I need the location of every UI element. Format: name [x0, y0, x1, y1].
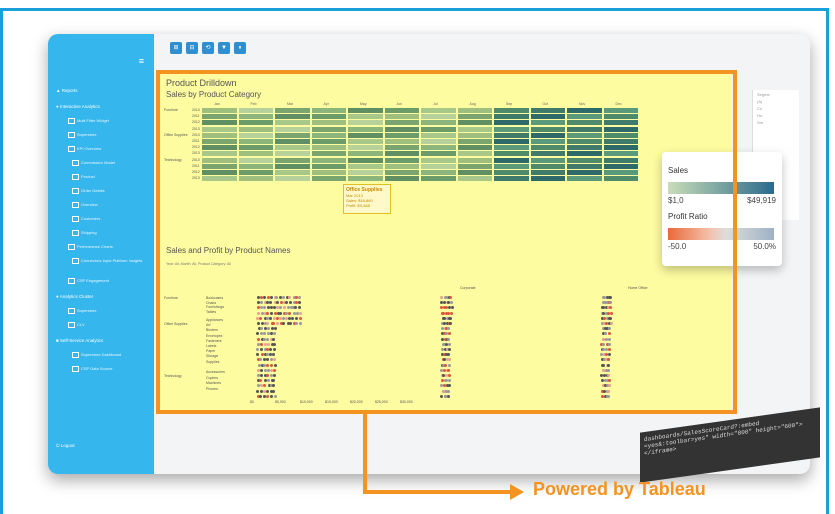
sidebar-subitem[interactable]: Multi Filter Widget — [68, 118, 109, 124]
sidebar-subitem[interactable]: Order Details — [72, 188, 105, 194]
powered-by-label: Powered by Tableau — [533, 479, 706, 499]
toolbar-button[interactable]: ⏸ — [234, 42, 246, 54]
toolbar-button[interactable]: ⊞ — [170, 42, 182, 54]
sidebar-subitem[interactable]: Commission Model — [72, 160, 115, 166]
filter-option[interactable]: Sm — [757, 120, 795, 125]
highlight-box — [156, 70, 737, 414]
sidebar-item-analytics-cluster[interactable]: ● Analytics Cluster — [56, 294, 93, 299]
toolbar-button[interactable]: ⊟ — [186, 42, 198, 54]
sidebar-item-reports[interactable]: ▲ Reports — [56, 88, 77, 93]
filter-title: Segme — [757, 92, 770, 97]
connector-line — [363, 490, 513, 494]
sidebar-subitem[interactable]: CLV — [68, 322, 84, 328]
sidebar-subitem[interactable]: Product — [72, 174, 95, 180]
filter-option[interactable]: Ho — [757, 113, 795, 118]
sidebar-subitem[interactable]: Customers — [72, 216, 100, 222]
sidebar-subitem[interactable]: Connectors Input Platform Insights — [72, 258, 142, 264]
menu-icon[interactable]: ≡ — [139, 56, 144, 66]
sidebar: ≡ ▲ Reports ● Interactive Analytics Mult… — [48, 34, 154, 474]
sidebar-subitem[interactable]: Superstore — [68, 308, 97, 314]
sidebar-subitem[interactable]: Overview — [72, 202, 98, 208]
sidebar-subitem[interactable]: KPI Overview — [68, 146, 101, 152]
sidebar-subitem[interactable]: Performance Charts — [68, 244, 113, 250]
sidebar-item-self-service[interactable]: ■ Self-Service Analytics — [56, 338, 103, 343]
sidebar-item-label: Interactive Analytics — [59, 104, 100, 109]
filter-option[interactable]: (A) — [757, 99, 795, 104]
toolbar-button[interactable]: ⟲ — [202, 42, 214, 54]
sidebar-subitem[interactable]: CSP Data Source — [72, 366, 113, 372]
sidebar-item-interactive-analytics[interactable]: ● Interactive Analytics — [56, 104, 100, 109]
sidebar-item-label: Reports — [61, 88, 78, 93]
sidebar-subitem[interactable]: CSP Engagement — [68, 278, 109, 284]
logout-link[interactable]: ⏻ Logout — [56, 443, 75, 448]
sidebar-item-label: Analytics Cluster — [59, 294, 94, 299]
connector-line — [363, 414, 367, 494]
sidebar-item-label: Self-Service Analytics — [59, 338, 104, 343]
sidebar-subitem[interactable]: Superstore Dashboard — [72, 352, 121, 358]
sidebar-subitem[interactable]: Shipping — [72, 230, 97, 236]
filter-option[interactable]: Co — [757, 106, 795, 111]
sales-max: $49,919 — [747, 196, 776, 205]
profit-max: 50.0% — [753, 242, 776, 251]
sidebar-subitem[interactable]: Superstore — [68, 132, 97, 138]
arrow-icon — [510, 484, 524, 500]
toolbar-button[interactable]: ▼ — [218, 42, 230, 54]
